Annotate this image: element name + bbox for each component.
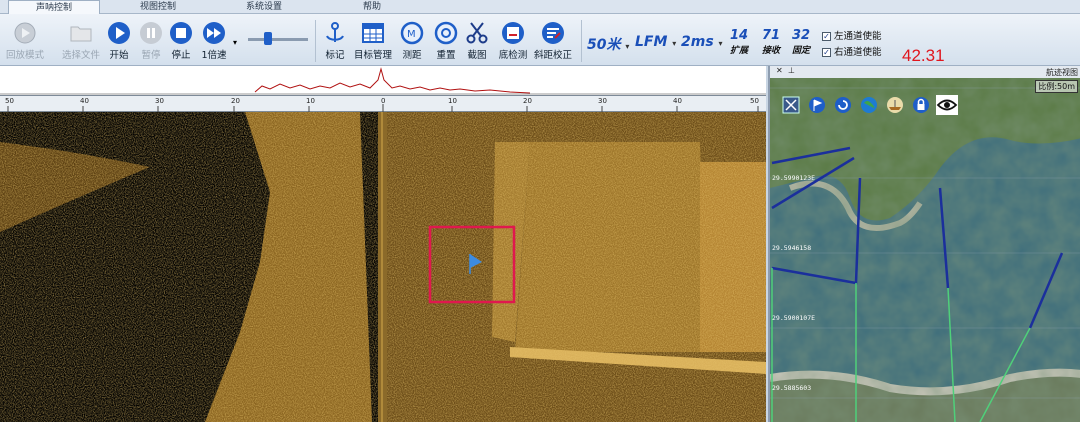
lock-icon[interactable] — [912, 96, 930, 114]
track-view-header: ✕ ⊥ 航迹视图 — [770, 66, 1080, 78]
sonar-waterfall-image[interactable] — [0, 112, 766, 422]
receive-value: 71 — [761, 28, 781, 43]
eye-icon[interactable] — [936, 95, 958, 115]
folder-icon — [70, 26, 92, 42]
tab-view-control[interactable]: 视图控制 — [112, 0, 204, 14]
left-channel-label: 左通道使能 — [834, 31, 882, 42]
speed-label: 1倍速 — [201, 50, 227, 61]
checkmark-icon: ✓ — [822, 32, 831, 41]
chevron-down-icon: ▾ — [672, 39, 677, 48]
playback-mode-label: 回放模式 — [5, 50, 44, 61]
track-view-panel: ✕ ⊥ 航迹视图 比例:50m 29.5990123E 29.5946158 2… — [768, 66, 1080, 422]
waveform-value: LFM — [635, 34, 668, 50]
menu-tabs: 声呐控制 视图控制 系统设置 帮助 — [0, 0, 1080, 15]
map-cross-icon[interactable] — [782, 96, 800, 114]
bottom-detect-icon — [502, 22, 524, 44]
receive-label: 接收 — [761, 46, 780, 56]
speed-dropdown-icon[interactable]: ▾ — [233, 38, 237, 47]
right-channel-label: 右通道使能 — [834, 47, 882, 58]
chevron-down-icon: ▾ — [625, 42, 630, 51]
left-channel-checkbox[interactable]: ✓ 左通道使能 — [822, 28, 882, 42]
speed-button[interactable]: 1倍速 — [192, 18, 236, 64]
refresh-icon[interactable] — [834, 96, 852, 114]
range-ruler: 50 40 30 20 10 0 10 20 30 40 50 — [0, 95, 766, 112]
slider-thumb[interactable] — [264, 32, 272, 45]
latitude-label: 29.5885603 — [772, 384, 812, 392]
sonar-image — [0, 112, 766, 422]
range-select[interactable]: 50米 ▾ — [587, 34, 629, 54]
expand-label: 扩展 — [729, 46, 748, 56]
tab-help[interactable]: 帮助 — [326, 0, 418, 14]
waveform-select[interactable]: LFM ▾ — [635, 34, 676, 50]
pulse-value: 2ms — [681, 34, 714, 50]
anchor-icon — [326, 22, 344, 42]
receive-gain[interactable]: 71 接收 — [759, 28, 783, 56]
range-value: 50米 — [587, 37, 621, 53]
scissors-icon — [466, 22, 488, 44]
measure-icon: M — [400, 21, 424, 45]
echo-histogram — [0, 66, 766, 95]
slant-correct-icon — [542, 22, 564, 44]
expand-gain[interactable]: 14 扩展 — [727, 28, 751, 56]
track-view-title: 航迹视图 — [1046, 68, 1078, 77]
toolbar: 回放模式 选择文件 开始 暂停 停止 1倍速 ▾ 标记 目标管理 M 测距 重置 — [0, 14, 1080, 66]
globe-icon[interactable] — [860, 96, 878, 114]
satellite-map[interactable]: 比例:50m 29.5990123E 29.5946158 29.5900107… — [770, 78, 1080, 422]
latitude-label: 29.5946158 — [772, 244, 812, 252]
checkmark-icon: ✓ — [822, 48, 831, 57]
svg-text:M: M — [407, 29, 416, 40]
expand-value: 14 — [729, 28, 749, 43]
flag-icon[interactable] — [808, 96, 826, 114]
boat-icon[interactable] — [886, 96, 904, 114]
close-icon[interactable]: ✕ — [776, 66, 783, 75]
fixed-value: 32 — [791, 28, 811, 43]
latitude-label: 29.5990123E — [772, 174, 816, 182]
map-scale: 比例:50m — [1035, 80, 1078, 93]
table-icon — [362, 23, 384, 43]
fixed-label: 固定 — [791, 46, 810, 56]
playback-icon — [14, 22, 36, 44]
play-icon — [108, 22, 130, 44]
pulse-select[interactable]: 2ms ▾ — [681, 34, 723, 50]
pin-icon[interactable]: ⊥ — [788, 66, 795, 75]
slant-correct-label: 斜距校正 — [533, 50, 572, 61]
histogram-plot — [0, 67, 766, 95]
fast-forward-icon — [203, 22, 225, 44]
playback-mode-button[interactable]: 回放模式 — [2, 18, 48, 64]
right-channel-checkbox[interactable]: ✓ 右通道使能 — [822, 44, 882, 58]
slant-correct-button[interactable]: 斜距校正 — [530, 18, 576, 64]
fixed-gain[interactable]: 32 固定 — [789, 28, 813, 56]
latitude-label: 29.5900107E — [772, 314, 816, 322]
depth-reading: 42.31 — [902, 46, 945, 65]
stop-icon — [170, 22, 192, 44]
sonar-panel: 50 40 30 20 10 0 10 20 30 40 50 — [0, 66, 766, 422]
ruler-ticks — [7, 104, 759, 112]
separator — [581, 20, 582, 62]
speed-slider[interactable] — [248, 32, 308, 45]
chevron-down-icon: ▾ — [718, 39, 723, 48]
tab-system-settings[interactable]: 系统设置 — [218, 0, 310, 14]
tab-sonar-control[interactable]: 声呐控制 — [8, 0, 100, 15]
map-image — [770, 78, 1080, 422]
